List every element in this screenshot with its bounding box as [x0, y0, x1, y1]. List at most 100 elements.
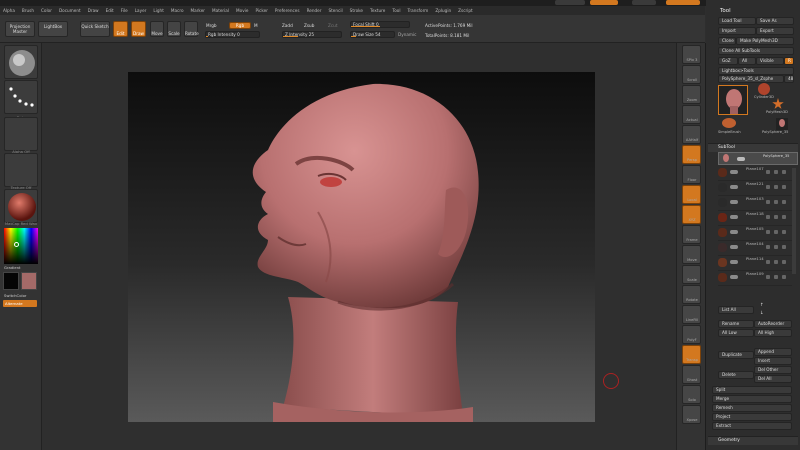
menu-movie[interactable]: Movie — [236, 8, 248, 13]
menu-material[interactable]: Material — [212, 8, 229, 13]
secondary-color-swatch[interactable] — [21, 272, 37, 290]
cylinder3d-thumb[interactable] — [758, 83, 770, 95]
lock-icon[interactable] — [766, 185, 770, 189]
gradient-label[interactable]: Gradient — [4, 265, 38, 270]
eye-icon[interactable] — [774, 275, 778, 279]
make-polymesh-button[interactable]: Make PolyMesh3D — [736, 37, 794, 45]
menu-transform[interactable]: Transform — [407, 8, 428, 13]
polypaint-icon[interactable] — [782, 245, 786, 249]
eye-icon[interactable] — [774, 230, 778, 234]
clone-all-subtools-button[interactable]: Clone All SubTools — [718, 47, 794, 55]
current-tool-thumb[interactable] — [718, 85, 748, 115]
all-high-button[interactable]: All High — [754, 329, 792, 337]
menu-tool[interactable]: Tool — [392, 8, 400, 13]
project-section[interactable]: Project — [712, 413, 792, 421]
quicksave-button[interactable] — [555, 0, 585, 5]
goz-visible-button[interactable]: Visible — [756, 57, 784, 65]
polymesh3d-thumb[interactable] — [772, 98, 784, 109]
mrgb-toggle[interactable]: Mrgb — [206, 23, 217, 28]
subtool-visibility-toggle[interactable] — [730, 245, 738, 249]
rgb-intensity-slider[interactable]: Rgb Intensity 0 — [205, 31, 260, 38]
m-toggle[interactable]: M — [254, 23, 258, 28]
menu-texture[interactable]: Texture — [370, 8, 385, 13]
lock-icon[interactable] — [766, 260, 770, 264]
menu-document[interactable]: Document — [59, 8, 81, 13]
polypaint-icon[interactable] — [782, 275, 786, 279]
stroke-selector[interactable] — [4, 80, 38, 114]
zadd-toggle[interactable]: Zadd — [282, 23, 293, 28]
subtool-visibility-toggle[interactable] — [730, 200, 738, 204]
subtool-row[interactable]: Plane105 — [718, 226, 792, 241]
quick-sketch-button[interactable]: Quick Sketch — [80, 21, 110, 37]
menu-render[interactable]: Render — [307, 8, 322, 13]
subtool-visibility-toggle[interactable] — [730, 170, 738, 174]
menu-picker[interactable]: Picker — [255, 8, 267, 13]
import-button[interactable]: Import — [718, 27, 756, 35]
arrow-down-icon[interactable]: ↓ — [760, 311, 764, 316]
list-all-button[interactable]: List All — [718, 306, 754, 314]
split-section[interactable]: Split — [712, 386, 792, 394]
subtool-visibility-toggle[interactable] — [737, 157, 745, 161]
lock-icon[interactable] — [766, 170, 770, 174]
delete-button[interactable]: Delete — [718, 371, 754, 379]
alternate-button[interactable]: Alternate — [3, 300, 37, 307]
menu-file[interactable]: File — [121, 8, 128, 13]
menu-brush[interactable]: Brush — [22, 8, 34, 13]
menu-zplugin[interactable]: Zplugin — [435, 8, 451, 13]
menus-toggle[interactable] — [632, 0, 656, 5]
append-button[interactable]: Append — [754, 348, 792, 356]
switch-color-button[interactable]: SwitchColor — [4, 293, 38, 298]
r-button[interactable]: R — [784, 57, 794, 65]
lock-icon[interactable] — [766, 230, 770, 234]
geometry-section-header[interactable]: Geometry — [708, 436, 798, 445]
clone-button[interactable]: Clone — [718, 37, 736, 45]
extract-section[interactable]: Extract — [712, 422, 792, 430]
document-canvas[interactable] — [128, 72, 595, 422]
color-picker[interactable] — [4, 228, 38, 264]
menu-preferences[interactable]: Preferences — [275, 8, 300, 13]
projection-master-button[interactable]: Projection Master — [5, 21, 35, 37]
main-color-swatch[interactable] — [3, 272, 19, 290]
subtool-row[interactable]: Plane121 — [718, 181, 792, 196]
menu-macro[interactable]: Macro — [171, 8, 184, 13]
subtool-row[interactable]: Plane114 — [718, 256, 792, 271]
eye-icon[interactable] — [774, 200, 778, 204]
menu-stencil[interactable]: Stencil — [328, 8, 342, 13]
autoreorder-button[interactable]: AutoReorder — [754, 320, 792, 328]
focal-shift-slider[interactable]: Focal Shift 0 — [350, 21, 410, 28]
subtool-row[interactable]: Plane109 — [718, 271, 792, 286]
subtool-visibility-toggle[interactable] — [730, 185, 738, 189]
subtool-visibility-toggle[interactable] — [730, 230, 738, 234]
polypaint-icon[interactable] — [782, 260, 786, 264]
all-low-button[interactable]: All Low — [718, 329, 754, 337]
menu-alpha[interactable]: Alpha — [3, 8, 15, 13]
polypaint-icon[interactable] — [782, 170, 786, 174]
lock-icon[interactable] — [766, 245, 770, 249]
del-all-button[interactable]: Del All — [754, 375, 792, 383]
eye-icon[interactable] — [774, 170, 778, 174]
arrow-up-icon[interactable]: ↑ — [760, 303, 764, 308]
menu-edit[interactable]: Edit — [106, 8, 114, 13]
subtool-scrollbar[interactable] — [792, 168, 796, 274]
subtool-visibility-toggle[interactable] — [730, 215, 738, 219]
insert-button[interactable]: Insert — [754, 357, 792, 365]
zcut-toggle[interactable]: Zcut — [328, 23, 337, 28]
rgb-toggle[interactable]: Rgb — [229, 22, 251, 29]
subtool-visibility-toggle[interactable] — [730, 260, 738, 264]
menu-color[interactable]: Color — [41, 8, 52, 13]
sculpted-head-model[interactable] — [128, 72, 595, 422]
polysphere-thumb[interactable] — [776, 118, 788, 130]
menu-draw[interactable]: Draw — [88, 8, 99, 13]
lightbox-button[interactable]: LightBox — [38, 21, 68, 37]
goz-all-button[interactable]: All — [738, 57, 756, 65]
eye-icon[interactable] — [774, 245, 778, 249]
color-picker-cursor[interactable] — [14, 242, 19, 247]
lock-icon[interactable] — [766, 200, 770, 204]
subtool-row[interactable]: Plane103 — [718, 196, 792, 211]
texture-selector[interactable] — [4, 153, 38, 187]
eye-icon[interactable] — [774, 260, 778, 264]
subtool-row[interactable]: Plane104 — [718, 241, 792, 256]
duplicate-button[interactable]: Duplicate — [718, 351, 754, 359]
material-selector[interactable] — [4, 189, 38, 223]
move-mode-button[interactable]: Move — [150, 21, 164, 37]
